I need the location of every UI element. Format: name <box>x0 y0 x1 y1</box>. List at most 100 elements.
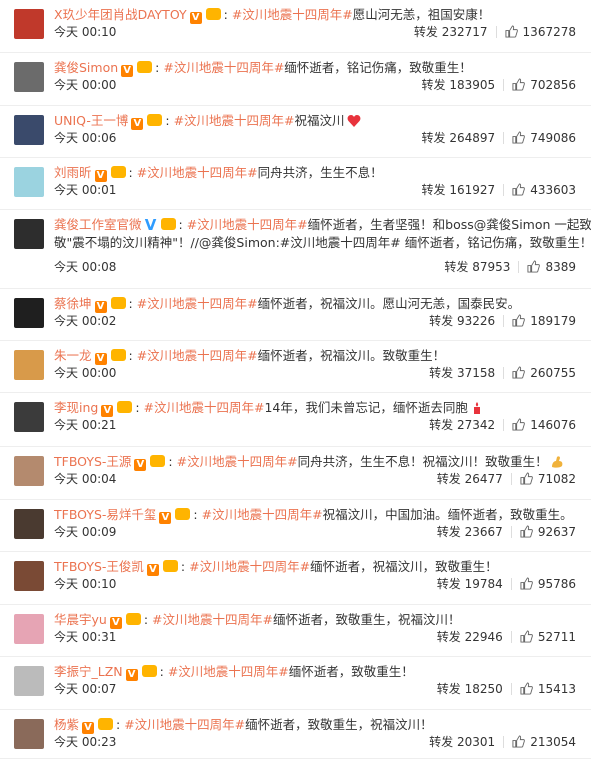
thumbs-up-icon[interactable] <box>520 472 533 485</box>
like-count[interactable]: 52711 <box>538 630 576 644</box>
repost-button[interactable]: 转发 <box>429 366 453 380</box>
avatar[interactable] <box>14 509 44 539</box>
repost-button[interactable]: 转发 <box>437 577 461 591</box>
like-count[interactable]: 15413 <box>538 682 576 696</box>
avatar[interactable] <box>14 614 44 644</box>
avatar[interactable] <box>14 62 44 92</box>
user-name[interactable]: TFBOYS-易烊千玺 <box>54 507 156 522</box>
user-name[interactable]: 朱一龙 <box>54 348 92 363</box>
like-count[interactable]: 260755 <box>530 366 576 380</box>
verified-badge-icon: V <box>109 617 122 629</box>
hashtag-link[interactable]: #汶川地震十四周年# <box>137 165 258 180</box>
post-line: 李现ing V: #汶川地震十四周年#14年，我们未曾忘记，缅怀逝去同胞 <box>54 399 583 417</box>
like-count[interactable]: 71082 <box>538 472 576 486</box>
hashtag-link[interactable]: #汶川地震十四周年# <box>144 400 265 415</box>
user-name[interactable]: 李现ing <box>54 400 98 415</box>
post-time[interactable]: 今天 00:08 <box>54 259 116 275</box>
hashtag-link[interactable]: #汶川地震十四周年# <box>163 60 284 75</box>
user-name[interactable]: TFBOYS-王俊凯 <box>54 559 144 574</box>
avatar[interactable] <box>14 115 44 145</box>
thumbs-up-icon[interactable] <box>512 314 526 327</box>
avatar[interactable] <box>14 666 44 696</box>
hashtag-link[interactable]: #汶川地震十四周年# <box>124 717 245 732</box>
hashtag-link[interactable]: #汶川地震十四周年# <box>152 612 273 627</box>
like-count[interactable]: 189179 <box>530 314 576 328</box>
hashtag-link[interactable]: #汶川地震十四周年# <box>137 296 258 311</box>
post-time[interactable]: 今天 00:00 <box>54 77 116 93</box>
post-time[interactable]: 今天 00:21 <box>54 417 116 433</box>
hashtag-link[interactable]: #汶川地震十四周年# <box>177 454 298 469</box>
repost-button[interactable]: 转发 <box>437 630 461 644</box>
hashtag-link[interactable]: #汶川地震十四周年# <box>202 507 323 522</box>
repost-button[interactable]: 转发 <box>437 682 461 696</box>
thumbs-up-icon[interactable] <box>520 525 533 538</box>
repost-button[interactable]: 转发 <box>414 25 438 39</box>
repost-button[interactable]: 转发 <box>429 735 453 749</box>
thumbs-up-icon[interactable] <box>512 183 526 196</box>
hashtag-link[interactable]: #汶川地震十四周年# <box>189 559 310 574</box>
avatar[interactable] <box>14 561 44 591</box>
post-time[interactable]: 今天 00:02 <box>54 313 116 329</box>
post-time[interactable]: 今天 00:04 <box>54 471 116 487</box>
avatar[interactable] <box>14 298 44 328</box>
post-time[interactable]: 今天 00:31 <box>54 629 116 645</box>
repost-button[interactable]: 转发 <box>429 418 453 432</box>
thumbs-up-icon[interactable] <box>527 260 541 273</box>
thumbs-up-icon[interactable] <box>512 78 526 91</box>
user-name[interactable]: 龚俊Simon <box>54 60 118 75</box>
hashtag-link[interactable]: #汶川地震十四周年# <box>168 664 289 679</box>
user-name[interactable]: 刘雨昕 <box>54 165 92 180</box>
hashtag-link[interactable]: #汶川地震十四周年# <box>137 348 258 363</box>
like-count[interactable]: 1367278 <box>523 25 576 39</box>
user-name[interactable]: TFBOYS-王源 <box>54 454 131 469</box>
post-time[interactable]: 今天 00:10 <box>54 24 116 40</box>
like-count[interactable]: 213054 <box>530 735 576 749</box>
user-name[interactable]: 华晨宇yu <box>54 612 107 627</box>
thumbs-up-icon[interactable] <box>520 630 533 643</box>
user-name[interactable]: UNIQ-王一博 <box>54 113 128 128</box>
thumbs-up-icon[interactable] <box>520 682 533 695</box>
hashtag-link[interactable]: #汶川地震十四周年# <box>187 217 308 232</box>
repost-button[interactable]: 转发 <box>422 131 446 145</box>
post-time[interactable]: 今天 00:10 <box>54 576 116 592</box>
repost-button[interactable]: 转发 <box>422 183 446 197</box>
user-name[interactable]: 李振宁_LZN <box>54 664 123 679</box>
repost-button[interactable]: 转发 <box>437 472 461 486</box>
avatar[interactable] <box>14 719 44 749</box>
avatar[interactable] <box>14 9 44 39</box>
hashtag-link[interactable]: #汶川地震十四周年# <box>232 7 353 22</box>
thumbs-up-icon[interactable] <box>520 577 533 590</box>
post-time[interactable]: 今天 00:00 <box>54 365 116 381</box>
like-count[interactable]: 433603 <box>530 183 576 197</box>
post-time[interactable]: 今天 00:23 <box>54 734 116 750</box>
user-name[interactable]: 龚俊工作室官微 <box>54 217 142 232</box>
post-time[interactable]: 今天 00:07 <box>54 681 116 697</box>
repost-button[interactable]: 转发 <box>444 260 468 274</box>
post-time[interactable]: 今天 00:06 <box>54 130 116 146</box>
avatar[interactable] <box>14 350 44 380</box>
like-count[interactable]: 92637 <box>538 525 576 539</box>
repost-button[interactable]: 转发 <box>437 525 461 539</box>
avatar[interactable] <box>14 219 44 249</box>
like-count[interactable]: 749086 <box>530 131 576 145</box>
user-name[interactable]: 杨紫 <box>54 717 79 732</box>
post-time[interactable]: 今天 00:01 <box>54 182 116 198</box>
repost-button[interactable]: 转发 <box>422 78 446 92</box>
avatar[interactable] <box>14 456 44 486</box>
thumbs-up-icon[interactable] <box>505 25 518 38</box>
thumbs-up-icon[interactable] <box>512 735 526 748</box>
user-name[interactable]: 蔡徐坤 <box>54 296 92 311</box>
like-count[interactable]: 95786 <box>538 577 576 591</box>
thumbs-up-icon[interactable] <box>512 366 526 379</box>
thumbs-up-icon[interactable] <box>512 131 526 144</box>
like-count[interactable]: 702856 <box>530 78 576 92</box>
avatar[interactable] <box>14 167 44 197</box>
repost-button[interactable]: 转发 <box>429 314 453 328</box>
post-time[interactable]: 今天 00:09 <box>54 524 116 540</box>
hashtag-link[interactable]: #汶川地震十四周年# <box>174 113 295 128</box>
avatar[interactable] <box>14 402 44 432</box>
thumbs-up-icon[interactable] <box>512 418 526 431</box>
like-count[interactable]: 146076 <box>530 418 576 432</box>
user-name[interactable]: X玖少年团肖战DAYTOY <box>54 7 187 22</box>
like-count[interactable]: 8389 <box>545 260 576 274</box>
